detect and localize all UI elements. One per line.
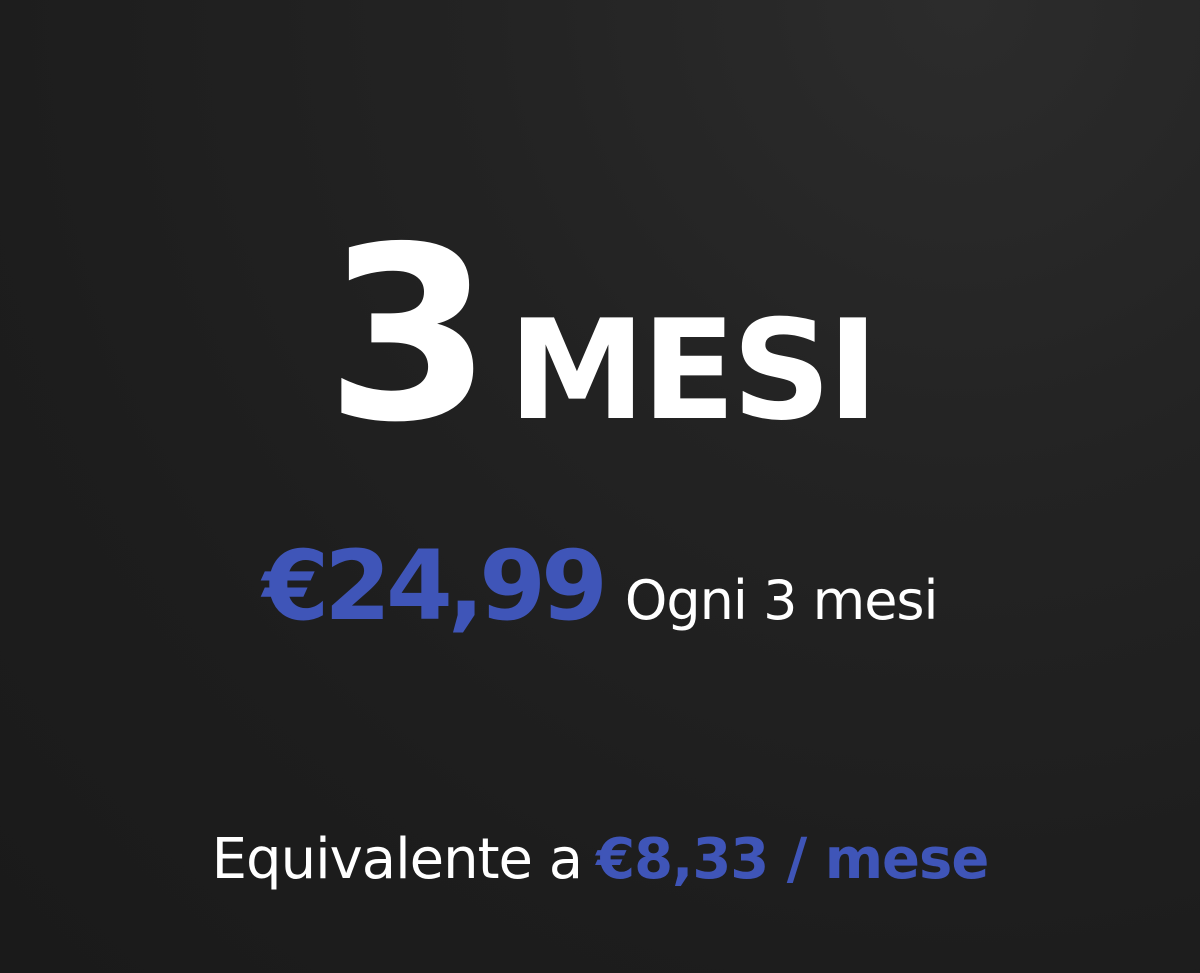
monthly-equivalent-label: Equivalente a bbox=[211, 827, 583, 892]
monthly-equivalent-price: €8,33 / mese bbox=[596, 827, 989, 892]
subscription-plan-card: 3 MESI €24,99 Ogni 3 mesi Equivalente a €8,… bbox=[0, 0, 1200, 973]
price-row: €24,99 Ogni 3 mesi bbox=[0, 538, 1200, 634]
plan-duration-number: 3 bbox=[325, 195, 492, 475]
plan-duration-title: 3 MESI bbox=[0, 215, 1200, 455]
billing-period: Ogni 3 mesi bbox=[624, 569, 939, 632]
plan-duration-unit: MESI bbox=[508, 290, 878, 451]
price-amount: €24,99 bbox=[262, 530, 607, 642]
monthly-equivalent: Equivalente a €8,33 / mese bbox=[0, 832, 1200, 888]
